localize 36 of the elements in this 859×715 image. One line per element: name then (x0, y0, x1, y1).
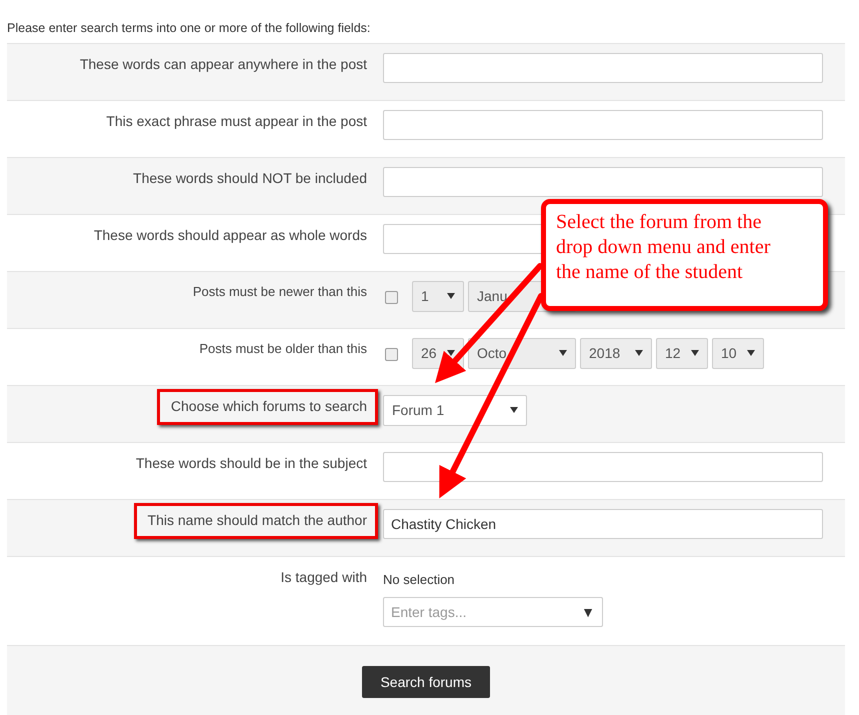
field-label: This exact phrase must appear in the post (106, 112, 367, 129)
field-label: Posts must be newer than this (192, 284, 367, 299)
text-field[interactable] (383, 166, 823, 197)
dropdown[interactable]: 1 (412, 280, 464, 312)
caret-icon (635, 350, 643, 356)
field-label: Choose which forums to search (156, 388, 378, 425)
checkbox[interactable] (385, 290, 398, 304)
caret-icon (691, 350, 699, 356)
callout-tooltip: Select the forum from the drop down menu and enter the name of the student (541, 199, 828, 311)
field-label: These words can appear anywhere in the post (80, 56, 367, 72)
field-label: These words should NOT be included (133, 170, 367, 186)
search-button[interactable]: Search forums (362, 666, 490, 698)
dropdown[interactable]: Forum 1 (383, 394, 527, 426)
text-field[interactable] (383, 110, 823, 140)
caret-icon (510, 407, 518, 414)
field-label: Posts must be older than this (199, 340, 367, 356)
field-label: These words should appear as whole words (94, 226, 367, 243)
caret-icon (559, 350, 567, 356)
field-label: This name should match the author (134, 502, 378, 539)
caret-icon (747, 350, 755, 356)
text-field[interactable] (383, 52, 823, 83)
intro-text: Please enter search terms into one or more of the following fields: (7, 20, 372, 37)
text-field[interactable]: Chastity Chicken (383, 508, 823, 539)
field-label: Is tagged with (280, 568, 367, 585)
tags-field[interactable]: Enter tags... ▼ (383, 597, 603, 628)
caret-icon (447, 350, 455, 356)
caret-icon (447, 293, 455, 300)
field-label: These words should be in the subject (136, 454, 367, 471)
caret-icon: ▼ (581, 602, 595, 623)
dropdown[interactable]: 12 (656, 338, 708, 369)
dropdown[interactable]: 2018 (580, 338, 652, 369)
dropdown[interactable]: Octo (468, 338, 576, 369)
status-text: No selection (383, 570, 456, 589)
text-field[interactable] (383, 452, 823, 482)
dropdown[interactable]: 10 (712, 338, 764, 369)
checkbox[interactable] (385, 348, 398, 361)
